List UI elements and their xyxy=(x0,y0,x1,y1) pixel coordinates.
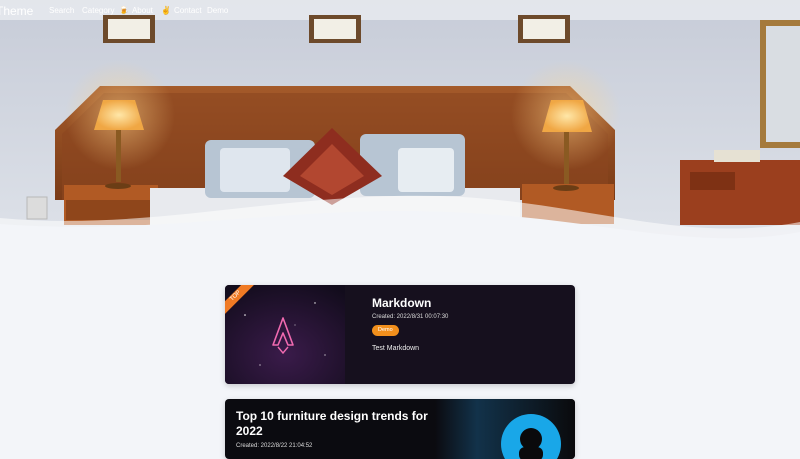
post-title[interactable]: Top 10 furniture design trends for 2022 xyxy=(236,409,456,439)
nav-label: Demo xyxy=(207,6,229,15)
nav-item-about[interactable]: 🍺 About xyxy=(119,6,153,15)
hand-icon: ✌ xyxy=(161,6,171,15)
post-card[interactable]: TOP Markdown Created: 2022/8/31 00:07:30… xyxy=(225,285,575,384)
hero-banner xyxy=(0,0,800,260)
nav-item-search[interactable]: Search xyxy=(49,6,74,15)
post-created-date: Created: 2022/8/22 21:04:52 xyxy=(236,443,313,449)
post-card[interactable]: Top 10 furniture design trends for 2022 … xyxy=(225,399,575,459)
post-created-date: Created: 2022/8/31 00:07:30 xyxy=(372,314,449,320)
post-tag[interactable]: Demo xyxy=(372,325,399,336)
nav-label: Search xyxy=(49,6,75,15)
site-brand[interactable]: Theme xyxy=(0,4,33,18)
nav-label: About xyxy=(131,6,153,15)
hero-image xyxy=(0,0,800,260)
beer-mug-icon: 🍺 xyxy=(119,6,129,15)
nav-label: Category xyxy=(82,6,115,15)
top-nav: Theme Search Category 🍺 About ✌ Contact … xyxy=(0,0,800,22)
post-thumbnail[interactable] xyxy=(435,399,575,459)
post-excerpt: Test Markdown xyxy=(372,345,420,352)
nav-label: Contact xyxy=(173,6,202,15)
nav-item-contact[interactable]: ✌ Contact xyxy=(161,6,202,15)
post-title[interactable]: Markdown xyxy=(372,296,431,310)
nav-item-category[interactable]: Category xyxy=(82,6,114,15)
nav-item-demo[interactable]: Demo xyxy=(207,6,228,15)
post-thumbnail[interactable] xyxy=(225,285,345,384)
